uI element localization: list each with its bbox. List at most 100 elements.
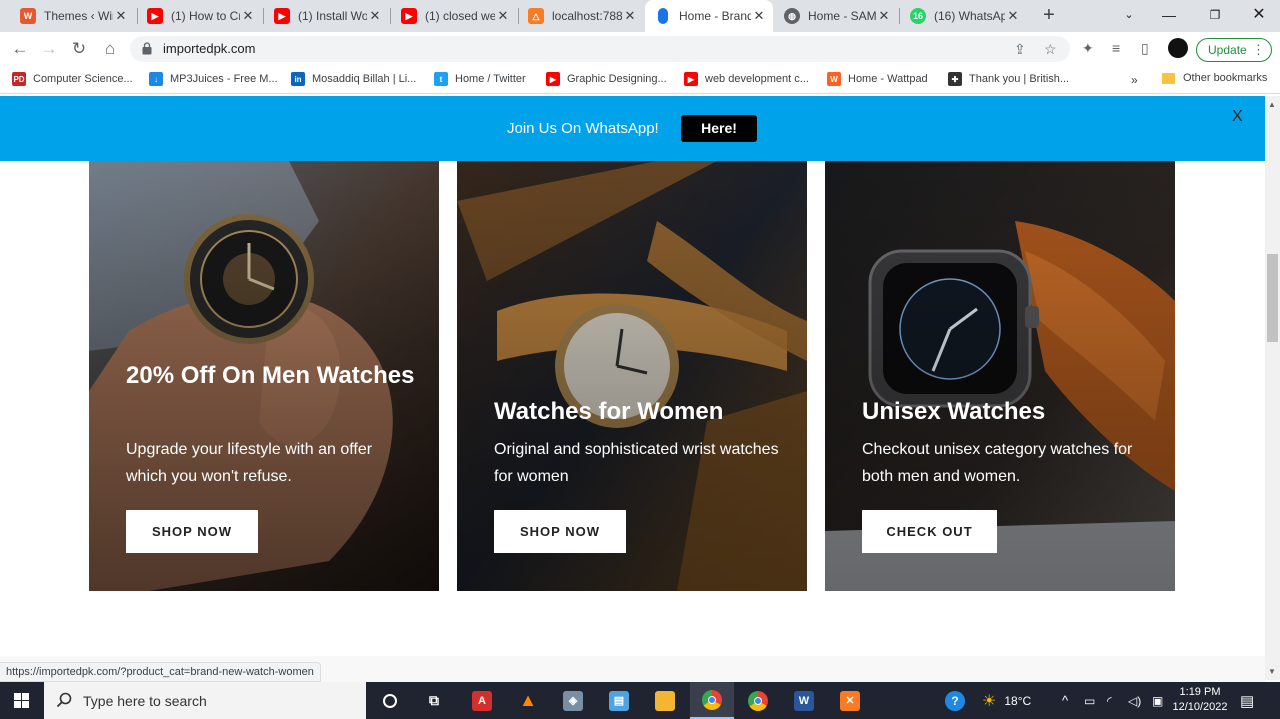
taskbar-chrome[interactable] [736,682,780,719]
update-button[interactable]: Update ⋮ [1196,38,1272,62]
bookmark-label: web development c... [705,73,809,85]
twitter-icon: t [434,72,448,86]
tab-themes[interactable]: W Themes ‹ Wir ✕ [10,0,135,32]
minimize-button[interactable]: — [1146,0,1192,30]
new-tab-button[interactable]: + [1037,4,1061,28]
shop-now-women-button[interactable]: SHOP NOW [494,510,626,553]
bookmark-web-development[interactable]: ▶ web development c... [684,72,809,86]
banner-close-button[interactable]: X [1232,108,1243,126]
help-icon[interactable]: ? [945,682,965,719]
windows-start-icon[interactable] [0,682,44,719]
taskbar-word[interactable]: W [782,682,826,719]
close-tab-icon[interactable]: ✕ [876,8,892,24]
promo-card-women[interactable]: Watches for Women Original and sophistic… [457,161,807,591]
more-menu-icon[interactable]: ⋮ [1252,39,1265,61]
reload-button[interactable]: ↻ [67,37,91,61]
taskbar-file-explorer[interactable] [643,682,687,719]
card-heading: Watches for Women [494,398,724,425]
tab-title: (1) How to Cr [171,9,240,23]
notepad-icon: ▤ [609,690,629,711]
page-scrollbar[interactable]: ▲ ▼ [1265,96,1280,680]
windows-taskbar: Type here to search ⧉ A ▲ ◈ ▤ W ✕ ? ☀ 18… [0,682,1280,719]
other-bookmarks[interactable]: Other bookmarks [1162,72,1267,84]
profile-avatar[interactable] [1168,38,1188,58]
wifi-icon[interactable]: ◜ [1107,682,1112,719]
bookmark-twitter[interactable]: t Home / Twitter [434,72,526,86]
bookmark-label: MP3Juices - Free M... [170,73,278,85]
bookmark-star-icon[interactable]: ☆ [1044,41,1057,58]
share-icon[interactable]: ⇪ [1014,41,1026,58]
tab-localhost[interactable]: △ localhost:788 ✕ [518,0,644,32]
tab-title: Home - SAM [808,9,876,23]
close-tab-icon[interactable]: ✕ [495,8,511,24]
close-tab-icon[interactable]: ✕ [113,8,129,24]
close-tab-icon[interactable]: ✕ [622,8,638,24]
tab-youtube-2[interactable]: ▶ (1) Install Wo ✕ [264,0,389,32]
promo-card-unisex[interactable]: Unisex Watches Checkout unisex category … [825,161,1175,591]
extensions-icon[interactable]: ✦ [1082,40,1094,57]
scrollbar-thumb[interactable] [1267,254,1278,342]
language-icon[interactable]: ▣ [1152,682,1163,719]
promo-card-men[interactable]: 20% Off On Men Watches Upgrade your life… [89,161,439,591]
taskbar-vlc[interactable]: ▲ [506,682,550,719]
cortana-button[interactable] [368,682,412,719]
bookmark-mp3juices[interactable]: ↓ MP3Juices - Free M... [149,72,278,86]
banner-here-button[interactable]: Here! [681,115,757,142]
taskbar-chrome-active[interactable] [690,682,734,719]
more-bookmarks-chevron[interactable]: » [1131,73,1138,87]
task-view-button[interactable]: ⧉ [412,682,456,719]
bookmarks-bar: PD Computer Science... ↓ MP3Juices - Fre… [0,66,1280,94]
scroll-up-arrow[interactable]: ▲ [1268,100,1276,109]
youtube-icon: ▶ [684,72,698,86]
tab-whatsapp[interactable]: 16 (16) WhatsAp ✕ [900,0,1027,32]
taskbar-acrobat[interactable]: A [460,682,504,719]
youtube-icon: ▶ [546,72,560,86]
lock-icon[interactable] [142,42,152,55]
show-hidden-icons[interactable]: ^ [1062,682,1068,719]
close-window-button[interactable]: ✕ [1236,0,1280,30]
close-tab-icon[interactable]: ✕ [367,8,383,24]
bookmark-label: Home / Twitter [455,73,526,85]
bookmark-computer-science[interactable]: PD Computer Science... [12,72,133,86]
weather-widget[interactable]: ☀ 18°C [982,682,1031,719]
restore-button[interactable]: ❐ [1192,0,1238,30]
bookmark-label: Home - Wattpad [848,73,928,85]
forward-button[interactable]: → [37,37,61,61]
home-button[interactable]: ⌂ [98,37,122,61]
app-icon: ◈ [563,690,583,711]
card-heading: 20% Off On Men Watches [126,362,415,389]
side-panel-icon[interactable]: ▯ [1141,40,1149,57]
youtube-icon: ▶ [274,8,290,24]
tab-home-sam[interactable]: ◍ Home - SAM ✕ [774,0,898,32]
clock-time: 1:19 PM [1179,686,1221,698]
close-tab-icon[interactable]: ✕ [751,8,767,24]
taskbar-notepad[interactable]: ▤ [597,682,641,719]
tab-home-brand[interactable]: Home - Brand ✕ [645,0,773,32]
battery-icon[interactable]: ▭ [1084,682,1095,719]
volume-icon[interactable]: ◁) [1128,682,1141,719]
tab-youtube-1[interactable]: ▶ (1) How to Cr ✕ [137,0,262,32]
notifications-icon[interactable]: ▤ [1240,682,1254,719]
taskbar-xampp[interactable]: ✕ [828,682,872,719]
address-bar[interactable]: importedpk.com ⇪ ☆ [130,36,1070,62]
back-button[interactable]: ← [8,37,32,61]
file-explorer-icon [655,690,675,711]
tab-youtube-3[interactable]: ▶ (1) closed we ✕ [391,0,517,32]
bookmark-wattpad[interactable]: W Home - Wattpad [827,72,928,86]
card-subtitle: Checkout unisex category watches for bot… [862,441,1133,485]
bookmark-british[interactable]: ✚ Thank you | British... [948,72,1069,86]
taskbar-app[interactable]: ◈ [551,682,595,719]
bookmark-linkedin[interactable]: in Mosaddiq Billah | Li... [291,72,416,86]
close-tab-icon[interactable]: ✕ [1005,8,1021,24]
media-control-icon[interactable]: ≡ [1112,40,1120,56]
close-tab-icon[interactable]: ✕ [240,8,256,24]
search-icon [56,692,72,708]
taskbar-clock[interactable]: 1:19 PM 12/10/2022 [1164,685,1236,715]
watch-icon [658,8,668,24]
shop-now-men-button[interactable]: SHOP NOW [126,510,258,553]
bookmark-graphic-designing[interactable]: ▶ Graphic Designing... [546,72,667,86]
taskbar-search[interactable]: Type here to search [44,682,366,719]
scroll-down-arrow[interactable]: ▼ [1268,667,1276,676]
check-out-unisex-button[interactable]: CHECK OUT [862,510,997,553]
tab-title: Home - Brand [679,9,751,23]
